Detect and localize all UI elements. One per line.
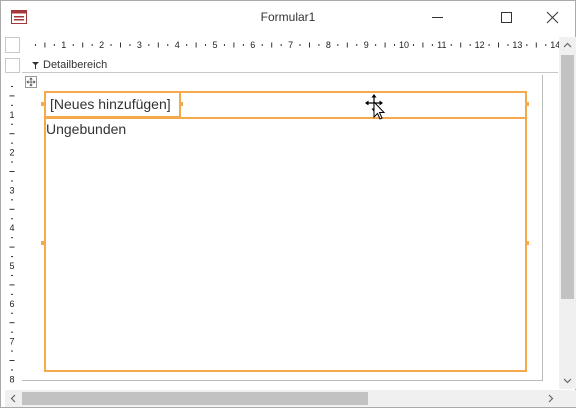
ruler-label: 3 — [9, 185, 14, 195]
maximize-icon[interactable] — [483, 1, 529, 33]
ruler-label: 6 — [9, 299, 14, 309]
horizontal-ruler: 1 2 3 4 5 6 7 8 9 10 11 12 13 14 — [22, 37, 562, 53]
ruler-label: 4 — [175, 40, 180, 50]
resize-handle[interactable] — [41, 102, 45, 106]
ruler-ticks: 1 2 3 4 5 6 7 8 9 10 11 12 13 14 — [34, 40, 560, 50]
ruler-label: 7 — [288, 40, 293, 50]
size-grip[interactable] — [559, 390, 576, 407]
ruler-label: 8 — [9, 374, 14, 384]
horizontal-scroll-thumb[interactable] — [22, 392, 368, 405]
ruler-label: 13 — [512, 40, 522, 50]
ruler-label: 1 — [61, 40, 66, 50]
ruler-label: 10 — [399, 40, 409, 50]
ruler-label: 2 — [99, 40, 104, 50]
resize-handle[interactable] — [525, 241, 529, 245]
title-bar: Formular1 — [1, 1, 575, 33]
close-icon[interactable] — [529, 1, 575, 33]
move-handle-icon[interactable] — [25, 76, 37, 88]
ruler-label: 5 — [212, 40, 217, 50]
ruler-label: 2 — [9, 148, 14, 158]
vertical-scrollbar[interactable] — [559, 37, 576, 389]
minimize-icon[interactable] — [414, 1, 460, 33]
scroll-left-icon[interactable] — [5, 390, 22, 407]
ruler-label: 9 — [364, 40, 369, 50]
move-cursor-icon — [365, 94, 386, 120]
ruler-label: 4 — [9, 223, 14, 233]
horizontal-scrollbar[interactable] — [5, 390, 559, 407]
collapse-arrow-icon — [32, 62, 39, 69]
resize-handle[interactable] — [179, 102, 183, 106]
section-header-detail[interactable]: Detailbereich — [22, 58, 558, 73]
ruler-label: 1 — [9, 110, 14, 120]
vertical-ruler: 1 2 3 4 5 6 7 8 — [5, 75, 19, 387]
scroll-up-icon[interactable] — [559, 37, 576, 54]
resize-handle[interactable] — [525, 102, 529, 106]
scroll-down-icon[interactable] — [559, 372, 576, 389]
unbound-control[interactable]: Ungebunden — [46, 121, 126, 137]
ruler-label: 8 — [326, 40, 331, 50]
form-selector[interactable] — [5, 37, 20, 53]
access-form-window: Formular1 1 2 3 4 5 6 7 8 9 10 11 12 13 14 Detailbere… — [0, 0, 576, 408]
vertical-scroll-thumb[interactable] — [561, 55, 574, 299]
ruler-label: 12 — [475, 40, 485, 50]
ruler-label: 6 — [250, 40, 255, 50]
ruler-label: 7 — [9, 337, 14, 347]
ruler-label: 5 — [9, 261, 14, 271]
ruler-label: 3 — [137, 40, 142, 50]
scroll-right-icon[interactable] — [542, 390, 559, 407]
new-item-control[interactable]: [Neues hinzufügen] — [44, 91, 181, 118]
resize-handle[interactable] — [41, 241, 45, 245]
vertical-ruler-ticks: 1 2 3 4 5 6 7 8 — [9, 85, 15, 384]
section-label: Detailbereich — [43, 59, 108, 71]
section-selector[interactable] — [5, 58, 20, 73]
ruler-label: 11 — [437, 40, 446, 50]
